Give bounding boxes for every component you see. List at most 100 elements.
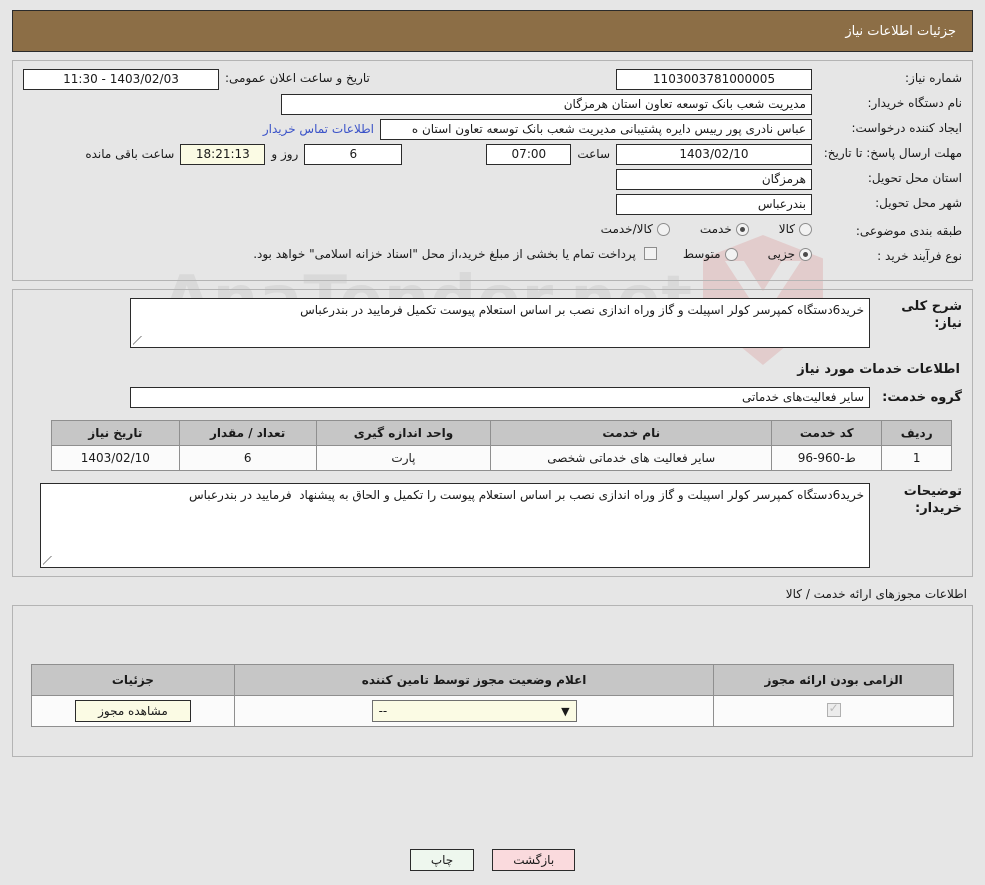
process-radio-group: جزیی متوسط [657, 247, 812, 261]
items-cell-5: 1403/02/10 [51, 445, 180, 471]
announce-date-field[interactable]: 1403/02/03 - 11:30 [23, 69, 219, 90]
category-option-khedmat[interactable]: خدمت [700, 222, 749, 236]
category-option-kala[interactable]: کالا [779, 222, 812, 236]
creator-label: ایجاد کننده درخواست: [851, 121, 962, 135]
row-buyer-comments: توضیحات خریدار: خرید6دستگاه کمپرسر کولر … [23, 483, 962, 568]
items-table-body: 1 ط-960-96 سایر فعالیت های خدماتی شخصی پارت… [51, 445, 952, 471]
table-row: 1 ط-960-96 سایر فعالیت های خدماتی شخصی پارت… [51, 445, 952, 471]
print-button[interactable]: چاپ [409, 849, 475, 871]
items-cell-0: 1 [881, 445, 952, 471]
items-table: ردیف کد خدمت نام خدمت واحد اندازه گیری تعداد… [51, 420, 952, 471]
license-status-cell: ▼ -- [233, 695, 715, 727]
process-option-jozi-label: جزیی [767, 247, 795, 261]
treasury-checkbox[interactable] [643, 247, 657, 260]
row-service-group: گروه خدمت: سایر فعالیت‌های خدماتی [23, 387, 962, 408]
buyer-org-field[interactable]: مدیریت شعب بانک توسعه تعاون استان هرمزگا… [281, 94, 812, 115]
services-section-title: اطلاعات خدمات مورد نیاز [797, 362, 960, 377]
process-option-motavaset-label: متوسط [682, 247, 721, 261]
category-label: طبقه بندی موضوعی: [855, 224, 962, 238]
items-cell-2: سایر فعالیت های خدماتی شخصی [490, 445, 773, 471]
process-option-motavaset[interactable]: متوسط [683, 247, 738, 261]
radio-icon-motavaset[interactable] [724, 247, 738, 261]
row-need-number: شماره نیاز: 1103003781000005 تاریخ و ساع… [23, 69, 962, 91]
city-field[interactable]: بندرعباس [616, 194, 812, 215]
deadline-time-field[interactable]: 07:00 [486, 144, 572, 165]
items-col-3: واحد اندازه گیری [315, 420, 492, 446]
radio-icon-kala-khedmat[interactable] [656, 222, 670, 236]
license-status-select[interactable]: ▼ -- [371, 700, 577, 722]
province-field[interactable]: هرمزگان [616, 169, 812, 190]
licenses-table-header-row: الزامی بودن ارائه مجوز اعلام وضعیت مجوز ت… [31, 664, 954, 696]
items-col-0: ردیف [881, 420, 952, 446]
items-table-wrapper: ردیف کد خدمت نام خدمت واحد اندازه گیری تعداد… [51, 420, 952, 471]
city-label: شهر محل تحویل: [875, 196, 962, 210]
licenses-table: الزامی بودن ارائه مجوز اعلام وضعیت مجوز ت… [31, 664, 954, 727]
remaining-hours-field[interactable]: 18:21:13 [180, 144, 266, 165]
need-number-field[interactable]: 1103003781000005 [616, 69, 812, 90]
chevron-down-icon: ▼ [561, 704, 570, 718]
licenses-panel: الزامی بودن ارائه مجوز اعلام وضعیت مجوز ت… [12, 605, 973, 757]
row-category: طبقه بندی موضوعی: کالا خدمت کالا/خدمت [23, 222, 962, 244]
view-license-button[interactable]: مشاهده مجوز [75, 700, 191, 722]
licenses-col-2: جزئیات [31, 664, 235, 696]
radio-icon-jozi[interactable] [799, 247, 812, 261]
buyer-comments-label: توضیحات خریدار: [903, 484, 962, 516]
need-info-panel: شماره نیاز: 1103003781000005 تاریخ و ساع… [12, 60, 973, 281]
process-option-jozi[interactable]: جزیی [768, 247, 812, 261]
announce-label: تاریخ و ساعت اعلان عمومی: [225, 71, 370, 85]
remaining-label: ساعت باقی مانده [85, 147, 175, 161]
licenses-col-0: الزامی بودن ارائه مجوز [713, 664, 954, 696]
description-panel: شرح کلی نیاز: خرید6دستگاه کمپرسر کولر اس… [12, 289, 973, 577]
licenses-table-wrapper: الزامی بودن ارائه مجوز اعلام وضعیت مجوز ت… [31, 664, 954, 727]
process-label: نوع فرآیند خرید : [877, 249, 962, 263]
row-city: شهر محل تحویل: بندرعباس [23, 194, 962, 216]
licenses-section-note: اطلاعات مجوزهای ارائه خدمت / کالا [785, 587, 967, 601]
category-option-khedmat-label: خدمت [699, 222, 732, 236]
back-button[interactable]: بازگشت [492, 849, 576, 871]
radio-icon-khedmat[interactable] [735, 222, 749, 236]
items-cell-1: ط-960-96 [771, 445, 883, 471]
row-deadline: مهلت ارسال پاسخ: تا تاریخ: 1403/02/10 سا… [23, 144, 962, 166]
service-group-label: گروه خدمت: [882, 390, 962, 405]
page-header: جزئیات اطلاعات نیاز [12, 10, 973, 52]
deadline-label: مهلت ارسال پاسخ: تا تاریخ: [823, 146, 962, 160]
license-status-value: -- [378, 704, 388, 718]
licenses-table-head: الزامی بودن ارائه مجوز اعلام وضعیت مجوز ت… [31, 664, 954, 696]
creator-field[interactable]: عباس نادری پور رییس دایره پشتیبانی مدیری… [380, 119, 812, 140]
row-province: استان محل تحویل: هرمزگان [23, 169, 962, 191]
licenses-col-1: اعلام وضعیت مجوز توسط تامین کننده [233, 664, 715, 696]
buyer-org-label: نام دستگاه خریدار: [867, 96, 963, 110]
licenses-table-body: ▼ -- مشاهده مجوز [31, 695, 954, 727]
footer-buttons: بازگشت چاپ [0, 849, 985, 871]
items-col-4: تعداد / مقدار [178, 420, 317, 446]
license-details-cell: مشاهده مجوز [31, 695, 235, 727]
service-group-field[interactable]: سایر فعالیت‌های خدماتی [130, 387, 870, 408]
row-process-type: نوع فرآیند خرید : جزیی متوسط پرداخت تمام… [23, 247, 962, 269]
page-title: جزئیات اطلاعات نیاز [845, 23, 956, 39]
license-required-cell [713, 695, 954, 727]
deadline-date-field[interactable]: 1403/02/10 [616, 144, 812, 165]
row-need-description: شرح کلی نیاز: خرید6دستگاه کمپرسر کولر اس… [23, 298, 962, 348]
license-required-checkbox-icon [826, 701, 841, 717]
row-buyer-org: نام دستگاه خریدار: مدیریت شعب بانک توسعه… [23, 94, 962, 116]
treasury-note: پرداخت تمام یا بخشی از مبلغ خرید،از محل … [253, 247, 636, 261]
category-option-kala-khedmat-label: کالا/خدمت [600, 222, 653, 236]
category-option-kala-label: کالا [778, 222, 795, 236]
time-label: ساعت [577, 147, 610, 161]
need-description-label: شرح کلی نیاز: [901, 299, 962, 331]
category-option-kala-khedmat[interactable]: کالا/خدمت [601, 222, 670, 236]
category-radio-group: کالا خدمت کالا/خدمت [575, 222, 812, 236]
radio-icon-kala[interactable] [799, 222, 812, 236]
items-col-2: نام خدمت [490, 420, 773, 446]
remaining-days-field[interactable]: 6 [304, 144, 403, 165]
buyer-comments-textarea[interactable]: خرید6دستگاه کمپرسر کولر اسپیلت و گاز ورا… [40, 483, 870, 568]
items-col-5: تاریخ نیاز [51, 420, 180, 446]
days-label: روز و [271, 147, 299, 161]
items-cell-4: 6 [178, 445, 317, 471]
licenses-table-row: ▼ -- مشاهده مجوز [31, 695, 954, 727]
row-creator: ایجاد کننده درخواست: عباس نادری پور رییس… [23, 119, 962, 141]
items-table-header-row: ردیف کد خدمت نام خدمت واحد اندازه گیری تعداد… [51, 420, 952, 446]
buyer-contact-link[interactable]: اطلاعات تماس خریدار [263, 119, 380, 140]
items-col-1: کد خدمت [771, 420, 883, 446]
need-description-textarea[interactable]: خرید6دستگاه کمپرسر کولر اسپیلت و گاز ورا… [130, 298, 870, 348]
